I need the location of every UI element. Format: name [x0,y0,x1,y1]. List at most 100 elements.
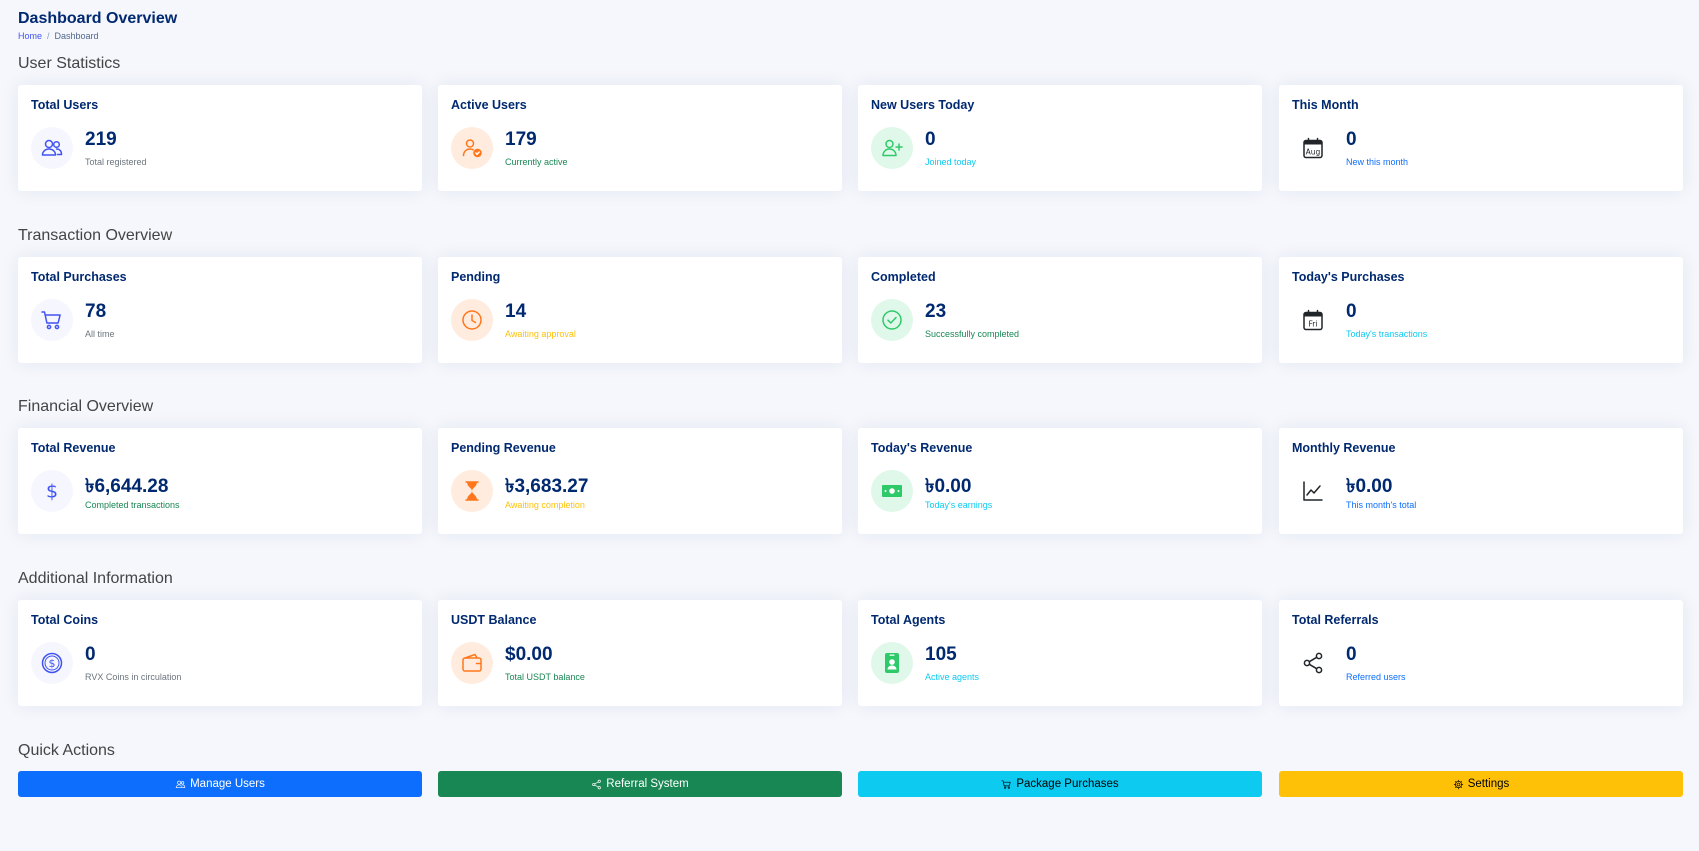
stat-card-total-agents: Total Agents 105 Active agents [858,600,1262,706]
quick-actions-title: Quick Actions [18,742,115,759]
svg-text:$: $ [49,657,56,670]
clock-icon [451,299,493,341]
button-label: Manage Users [190,778,265,790]
hourglass-icon [451,470,493,512]
breadcrumb-separator: / [47,31,50,41]
stat-card-total-purchases: Total Purchases 78 All time [18,257,422,363]
card-subtitle: Total registered [85,157,147,167]
user-check-icon [451,127,493,169]
stat-row: Total Users 219 Total registered Active Use… [18,85,1683,191]
stat-card-active-users: Active Users 179 Currently active [438,85,842,191]
check-circle-icon [871,299,913,341]
stat-card-today-s-revenue: Today's Revenue ৳0.00 Today's earnings [858,428,1262,534]
card-title: This Month [1292,98,1359,112]
share-icon [1292,642,1334,684]
card-subtitle: Total USDT balance [505,672,585,682]
stat-row: Total Revenue $ ৳6,644.28 Completed transac… [18,428,1683,534]
card-title: Total Agents [871,613,946,627]
card-value: 0 [1346,644,1357,665]
card-subtitle: Awaiting completion [505,500,585,510]
cart-icon [31,299,73,341]
card-subtitle: Successfully completed [925,329,1020,339]
button-label: Package Purchases [1016,778,1119,790]
graph-icon [1292,470,1334,512]
card-title: Today's Purchases [1292,270,1405,284]
wallet-icon [451,642,493,684]
breadcrumb: Home / Dashboard [18,31,99,41]
users-icon [175,779,186,790]
section-title: User Statistics [18,55,121,72]
stat-card-total-coins: Total Coins $0 RVX Coins in circulation [18,600,422,706]
stat-card-monthly-revenue: Monthly Revenue ৳0.00 This month's total [1279,428,1683,534]
stat-card-total-users: Total Users 219 Total registered [18,85,422,191]
card-title: New Users Today [871,98,975,112]
stat-card-total-referrals: Total Referrals 0 Referred users [1279,600,1683,706]
settings-button[interactable]: Settings [1279,771,1683,797]
card-value: 219 [85,129,117,150]
page-title: Dashboard Overview [18,10,178,27]
card-value: 179 [505,129,537,150]
referral-system-button[interactable]: Referral System [438,771,842,797]
stat-card-total-revenue: Total Revenue $ ৳6,644.28 Completed transac… [18,428,422,534]
card-title: Active Users [451,98,527,112]
cart-icon [1001,779,1012,790]
gear-icon [1453,779,1464,790]
cash-icon [871,470,913,512]
calendar-icon: Aug [1292,127,1334,169]
card-subtitle: This month's total [1346,500,1417,510]
breadcrumb-current: Dashboard [54,31,99,41]
stat-card-completed: Completed 23 Successfully completed [858,257,1262,363]
section-title: Transaction Overview [18,227,173,244]
card-subtitle: Awaiting approval [505,329,576,339]
calendar-icon: Fri [1292,299,1334,341]
user-plus-icon [871,127,913,169]
card-value: 105 [925,644,957,665]
users-icon [31,127,73,169]
card-subtitle: Active agents [925,672,980,682]
card-title: Completed [871,270,936,284]
card-title: Total Referrals [1292,613,1379,627]
svg-text:Fri: Fri [1309,320,1318,329]
stat-card-this-month: This Month Aug 0 New this month [1279,85,1683,191]
card-title: Pending Revenue [451,441,556,455]
stat-row: Total Coins $0 RVX Coins in circulation USD… [18,600,1683,706]
breadcrumb-home-link[interactable]: Home [18,31,42,41]
manage-users-button[interactable]: Manage Users [18,771,422,797]
package-purchases-button[interactable]: Package Purchases [858,771,1262,797]
dollar-icon: $ [31,470,73,512]
card-title: Today's Revenue [871,441,973,455]
card-value: $0.00 [505,644,553,665]
card-subtitle: Today's transactions [1346,329,1428,339]
stat-card-usdt-balance: USDT Balance $0.00 Total USDT balance [438,600,842,706]
card-subtitle: New this month [1346,157,1409,167]
coin-icon: $ [31,642,73,684]
stat-card-today-s-purchases: Today's Purchases Fri 0 Today's transaction… [1279,257,1683,363]
card-title: Monthly Revenue [1292,441,1396,455]
badge-icon [871,642,913,684]
svg-text:$: $ [46,481,58,503]
card-value: 0 [85,644,96,665]
card-value: 0 [925,129,936,150]
section-title: Additional Information [18,570,173,587]
card-title: USDT Balance [451,613,537,627]
card-value: 78 [85,301,107,322]
card-title: Total Coins [31,613,99,627]
stat-card-pending-revenue: Pending Revenue ৳3,683.27 Awaiting complet… [438,428,842,534]
button-label: Referral System [606,778,689,790]
svg-text:Aug: Aug [1306,148,1321,157]
card-title: Total Revenue [31,441,116,455]
card-subtitle: RVX Coins in circulation [85,672,182,682]
card-value: 0 [1346,129,1357,150]
stat-card-new-users-today: New Users Today 0 Joined today [858,85,1262,191]
card-value: 23 [925,301,947,322]
card-value: 0 [1346,301,1357,322]
card-subtitle: All time [85,329,115,339]
card-subtitle: Joined today [925,157,977,167]
card-value: 14 [505,301,527,322]
card-title: Pending [451,270,501,284]
stat-card-pending: Pending 14 Awaiting approval [438,257,842,363]
stat-row: Total Purchases 78 All time Pending 14 Awaiti… [18,257,1683,363]
card-title: Total Purchases [31,270,127,284]
card-subtitle: Referred users [1346,672,1406,682]
card-subtitle: Completed transactions [85,500,180,510]
